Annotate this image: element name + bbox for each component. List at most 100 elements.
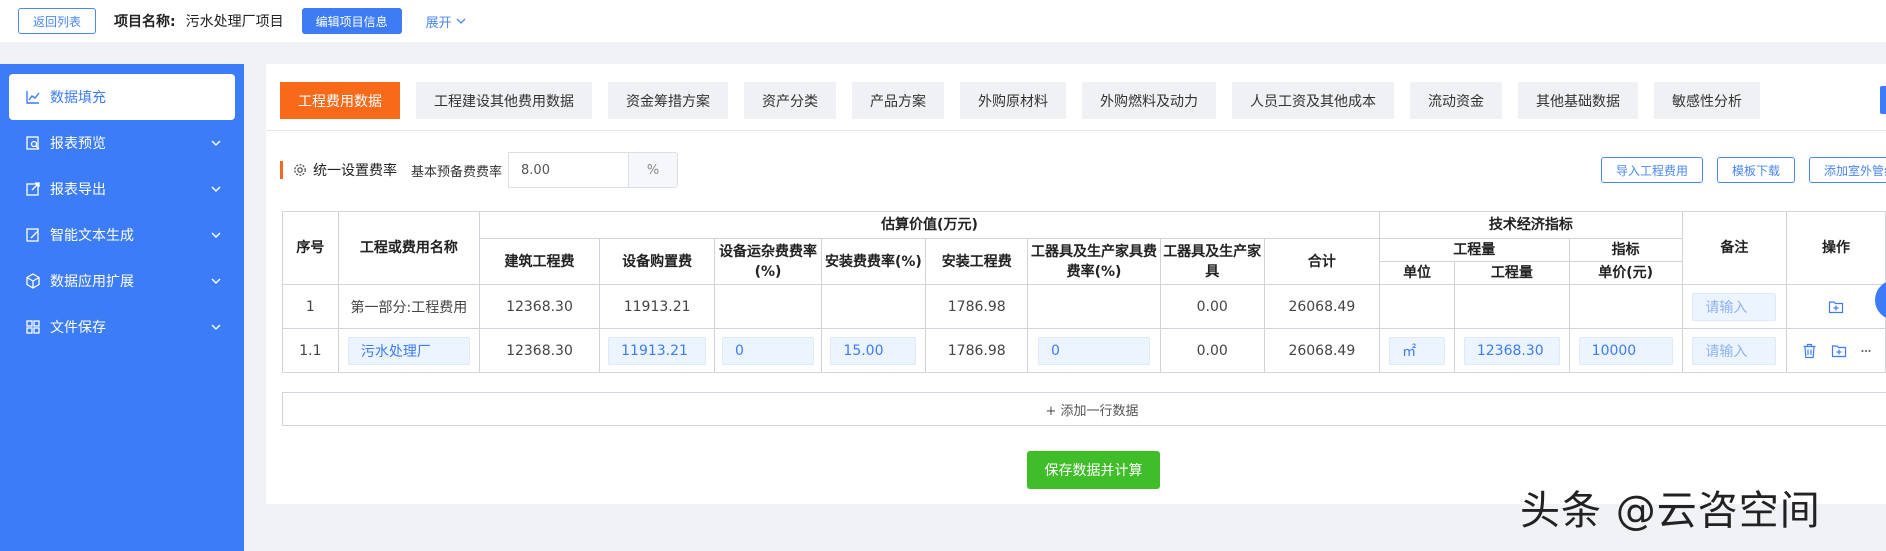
expand-label: 展开 [425,15,452,31]
tab-product-plan[interactable]: 产品方案 [852,82,944,119]
remark-input[interactable]: 请输入 [1692,336,1777,365]
cell-qty: 12368.30 [1454,328,1570,373]
trash-icon[interactable] [1802,343,1817,359]
main-panel: 工程费用数据 工程建设其他费用数据 资金筹措方案 资产分类 产品方案 外购原材料… [266,64,1886,504]
transport-rate-input[interactable]: 0 [722,336,815,365]
section-marker [280,161,283,179]
sidebar-item-text-gen[interactable]: 智能文本生成 [0,212,244,258]
header-install-rate: 安装费费率(%) [820,238,927,285]
tab-scroll-edge[interactable] [1880,86,1886,114]
header-build: 建筑工程费 [479,238,600,285]
add-outdoor-pipeline-button[interactable]: 添加室外管线 [1809,157,1886,183]
tools-rate-input[interactable]: 0 [1037,336,1150,365]
header-tech-group: 技术经济指标 [1378,211,1683,239]
expand-toggle[interactable]: 展开 [426,12,466,31]
cell-tools: 0.00 [1159,328,1265,373]
cell-tools-rate [1027,284,1161,329]
equip-input[interactable]: 11913.21 [608,336,707,365]
tab-raw-material[interactable]: 外购原材料 [960,82,1066,119]
header-install: 安装工程费 [925,238,1029,285]
header-unit: 单位 [1378,261,1456,285]
remark-input[interactable]: 请输入 [1692,292,1777,321]
sidebar-item-label: 数据应用扩展 [50,274,134,290]
cell-equip: 11913.21 [598,284,716,329]
cell-build: 12368.30 [479,328,600,373]
sidebar-item-file-save[interactable]: 文件保存 [0,304,244,350]
tab-asset-class[interactable]: 资产分类 [744,82,836,119]
gear-icon [294,164,306,176]
name-input[interactable]: 污水处理厂 [347,336,470,365]
edit-project-button[interactable]: 编辑项目信息 [301,8,402,34]
chevron-down-icon [211,232,221,238]
unit-input[interactable]: ㎡ [1389,336,1446,365]
cell-remark: 请输入 [1681,328,1788,373]
save-and-calculate-button[interactable]: 保存数据并计算 [1027,451,1160,489]
add-child-icon[interactable] [1828,299,1844,315]
sidebar-item-data-app[interactable]: 数据应用扩展 [0,258,244,304]
header-estimate-group: 估算价值(万元) [479,211,1380,239]
header-index: 序号 [282,211,339,285]
header-index-group: 指标 [1568,238,1683,262]
cell-install-rate [820,284,927,329]
cell-ops [1786,284,1886,329]
header-remark: 备注 [1681,211,1788,285]
chevron-down-icon [211,324,221,330]
header-tools-rate: 工器具及生产家具费费率(%) [1027,238,1161,285]
header-name: 工程或费用名称 [337,211,481,285]
cube-icon [24,272,42,290]
sidebar-item-label: 报表导出 [50,182,106,198]
sidebar: 数据填充 报表预览 报表导出 智能文本生成 数据应用扩展 文件保存 [0,64,244,551]
cell-total: 26068.49 [1263,328,1380,373]
edit-doc-icon [24,226,42,244]
install-rate-input[interactable]: 15.00 [830,336,917,365]
tab-other-construction-cost[interactable]: 工程建设其他费用数据 [416,82,592,119]
header-qty: 工程量 [1454,261,1570,285]
tab-engineering-cost[interactable]: 工程费用数据 [280,82,400,119]
sidebar-item-data-fill[interactable]: 数据填充 [9,74,235,120]
grid-icon [24,318,42,336]
table-row: 1.1 污水处理厂 12368.30 11913.21 0 15.00 1786… [282,328,1886,373]
cell-name: 污水处理厂 [337,328,481,373]
header-ops: 操作 [1786,211,1886,285]
cell-total: 26068.49 [1263,284,1380,329]
sidebar-item-label: 智能文本生成 [50,228,134,244]
cell-unit [1378,284,1456,329]
qty-input[interactable]: 12368.30 [1463,336,1560,365]
add-child-icon[interactable] [1831,343,1847,359]
project-name-label: 项目名称: [114,14,176,30]
import-cost-button[interactable]: 导入工程费用 [1601,157,1704,183]
chevron-down-icon [211,278,221,284]
cell-install: 1786.98 [925,284,1029,329]
tab-financing[interactable]: 资金筹措方案 [608,82,728,119]
reserve-rate-input[interactable]: 8.00 [508,152,629,188]
back-to-list-button[interactable]: 返回列表 [18,8,97,34]
header-qty-group: 工程量 [1378,238,1570,262]
watermark: 头条 @云咨空间 [1520,488,1821,534]
cell-unit-price [1568,284,1683,329]
add-row-button[interactable]: + 添加一行数据 [282,392,1886,426]
tab-sensitivity[interactable]: 敏感性分析 [1654,82,1760,119]
project-name-value: 污水处理厂项目 [185,14,284,30]
cell-remark: 请输入 [1681,284,1788,329]
more-icon[interactable] [1861,349,1871,353]
cell-transport [714,284,822,329]
sidebar-item-label: 报表预览 [50,136,106,152]
tab-fuel-power[interactable]: 外购燃料及动力 [1082,82,1216,119]
tab-working-capital[interactable]: 流动资金 [1410,82,1502,119]
divider [266,130,1886,131]
header-transport: 设备运杂费费率(%) [714,238,822,285]
tab-other-basic[interactable]: 其他基础数据 [1518,82,1638,119]
template-download-button[interactable]: 模板下载 [1717,157,1796,183]
top-bar: 返回列表 项目名称: 污水处理厂项目 编辑项目信息 展开 [0,0,1886,42]
cell-build: 12368.30 [479,284,600,329]
cell-name: 第一部分:工程费用 [337,284,481,329]
tab-wages-costs[interactable]: 人员工资及其他成本 [1232,82,1394,119]
sidebar-item-report-preview[interactable]: 报表预览 [0,120,244,166]
sidebar-item-report-export[interactable]: 报表导出 [0,166,244,212]
cost-table: 序号 工程或费用名称 估算价值(万元) 技术经济指标 备注 操作 建筑工程费 设… [282,211,1886,373]
rate-unit-suffix: % [628,152,679,188]
chevron-down-icon [211,140,221,146]
unit-price-input[interactable]: 10000 [1578,336,1673,365]
line-chart-icon [24,88,42,106]
cell-equip: 11913.21 [598,328,716,373]
